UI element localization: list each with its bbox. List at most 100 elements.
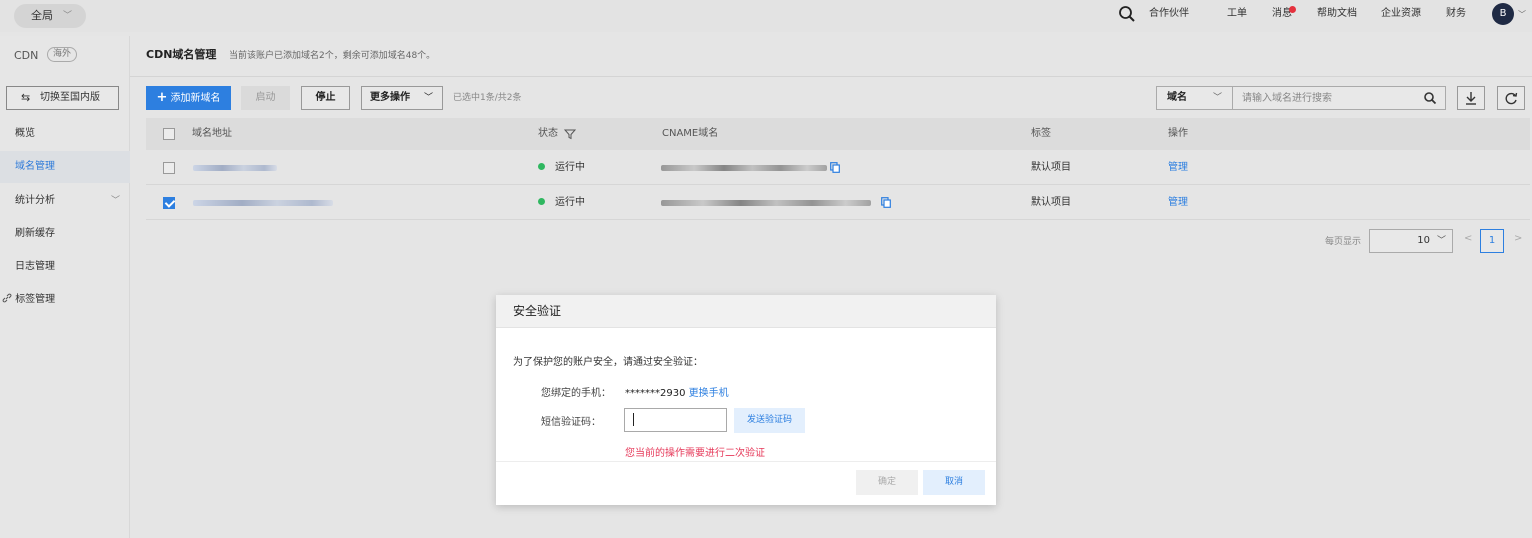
chevron-down-icon: ﹀	[62, 11, 72, 21]
sidebar-title: CDN	[14, 49, 39, 62]
dialog-header: 安全验证	[496, 295, 996, 328]
tag-cell: 默认项目	[1031, 162, 1071, 173]
top-bar: 全局 ﹀ 合作伙伴 工单 消息 帮助文档 企业资源 财务 B ﹀	[0, 0, 1532, 32]
dialog-title: 安全验证	[513, 304, 562, 318]
search-type-select[interactable]: 域名	[1167, 87, 1187, 109]
chevron-down-icon: ﹀	[1436, 236, 1446, 246]
add-domain-button[interactable]: + 添加新域名	[146, 86, 231, 110]
sidebar-item-statistics[interactable]: 统计分析 ﹀	[0, 185, 130, 217]
download-icon	[1466, 92, 1476, 105]
copy-icon[interactable]	[830, 162, 840, 173]
link-icon	[2, 293, 12, 303]
select-all-checkbox[interactable]	[163, 128, 175, 140]
sms-code-label: 短信验证码：	[541, 417, 601, 428]
start-button[interactable]: 启动	[241, 86, 290, 110]
table-row: 运行中 默认项目 管理	[146, 151, 1530, 185]
download-button[interactable]	[1457, 86, 1485, 110]
manage-link[interactable]: 管理	[1168, 186, 1188, 219]
region-selector[interactable]: 全局 ﹀	[14, 4, 86, 28]
sidebar: CDN 海外 ⇆ 切换至国内版 概览 域名管理 统计分析 ﹀ 刷新缓存 日志管理 …	[0, 36, 130, 538]
region-tag: 海外	[47, 47, 78, 62]
sidebar-item-tags[interactable]: 标签管理	[0, 284, 130, 316]
phone-number: *******2930	[625, 388, 686, 399]
stop-button[interactable]: 停止	[301, 86, 350, 110]
column-status: 状态	[538, 128, 558, 139]
confirm-button[interactable]: 确定	[856, 470, 918, 495]
search-icon[interactable]	[1423, 91, 1437, 105]
nav-enterprise-resources[interactable]: 企业资源	[1381, 0, 1421, 32]
security-verification-dialog: 安全验证 为了保护您的账户安全，请通过安全验证： 您绑定的手机： *******…	[496, 295, 996, 505]
search-input[interactable]	[1242, 89, 1422, 107]
page-size-select[interactable]: 10 ﹀	[1369, 229, 1453, 253]
copy-icon[interactable]	[881, 197, 891, 208]
notification-badge	[1289, 6, 1296, 13]
divider	[130, 76, 1532, 77]
domain-redacted[interactable]	[193, 165, 277, 171]
chevron-down-icon[interactable]: ﹀	[1213, 87, 1222, 109]
chevron-down-icon[interactable]: ﹀	[1518, 9, 1526, 20]
status-dot	[538, 197, 545, 205]
column-tag: 标签	[1031, 128, 1051, 139]
plus-icon: +	[156, 90, 168, 105]
page-subtitle: 当前该账户已添加域名2个，剩余可添加域名48个。	[229, 51, 436, 61]
sidebar-item-label: 统计分析	[15, 195, 55, 206]
status-dot	[538, 162, 545, 170]
sidebar-item-label: 标签管理	[15, 294, 56, 305]
filter-icon[interactable]	[564, 128, 576, 140]
region-label: 全局	[31, 9, 53, 22]
refresh-button[interactable]	[1497, 86, 1525, 110]
table-header: 域名地址 状态 CNAME域名 标签 操作	[146, 118, 1530, 150]
swap-icon: ⇆	[21, 91, 31, 104]
table-row: 运行中 默认项目 管理	[146, 186, 1530, 220]
row-checkbox[interactable]	[163, 197, 175, 209]
cancel-button[interactable]: 取消	[923, 470, 985, 495]
cname-redacted	[661, 165, 827, 171]
domain-search: 域名 ﹀	[1156, 86, 1446, 110]
nav-messages[interactable]: 消息	[1272, 0, 1292, 32]
sidebar-item-logs[interactable]: 日志管理	[0, 251, 130, 283]
sidebar-item-overview[interactable]: 概览	[0, 118, 130, 150]
search-icon[interactable]	[1118, 5, 1136, 23]
column-actions: 操作	[1168, 128, 1188, 139]
sidebar-item-label: 域名管理	[15, 161, 55, 172]
prev-page-button[interactable]: <	[1464, 233, 1472, 244]
page-title: CDN域名管理	[146, 48, 217, 61]
next-page-button[interactable]: >	[1514, 233, 1522, 244]
status-text: 运行中	[555, 162, 585, 173]
status-cell: 运行中	[538, 186, 585, 219]
sidebar-item-domain-management[interactable]: 域名管理	[0, 151, 130, 183]
current-page[interactable]: 1	[1480, 229, 1504, 253]
column-domain: 域名地址	[192, 128, 232, 139]
nav-finance[interactable]: 财务	[1446, 0, 1466, 32]
sms-code-input[interactable]	[624, 408, 727, 432]
nav-partners[interactable]: 合作伙伴	[1149, 0, 1189, 32]
tag-cell: 默认项目	[1031, 197, 1071, 208]
divider	[496, 461, 996, 462]
chevron-down-icon: ﹀	[423, 93, 433, 103]
status-cell: 运行中	[538, 151, 585, 184]
send-code-button[interactable]: 发送验证码	[734, 408, 805, 433]
column-cname: CNAME域名	[662, 128, 719, 139]
nav-help-docs[interactable]: 帮助文档	[1317, 0, 1357, 32]
divider	[1232, 87, 1233, 109]
phone-value: *******2930 更换手机	[625, 384, 729, 399]
error-message: 您当前的操作需要进行二次验证	[625, 448, 765, 459]
add-domain-label: 添加新域名	[170, 93, 221, 104]
manage-link[interactable]: 管理	[1168, 151, 1188, 184]
sidebar-item-refresh-cache[interactable]: 刷新缓存	[0, 218, 130, 250]
sidebar-item-label: 刷新缓存	[15, 228, 55, 239]
text-cursor	[633, 413, 634, 426]
more-actions-dropdown[interactable]: 更多操作 ﹀	[361, 86, 443, 110]
sidebar-item-label: 概览	[15, 128, 35, 139]
avatar[interactable]: B	[1492, 3, 1514, 25]
change-phone-link[interactable]: 更换手机	[689, 388, 729, 399]
row-checkbox[interactable]	[163, 162, 175, 174]
nav-tickets[interactable]: 工单	[1227, 0, 1247, 32]
switch-region-button[interactable]: ⇆ 切换至国内版	[6, 86, 119, 110]
domain-redacted[interactable]	[193, 200, 333, 206]
refresh-icon	[1505, 92, 1518, 105]
sidebar-item-label: 日志管理	[15, 261, 55, 272]
page-size-value: 10	[1417, 235, 1430, 246]
dialog-intro: 为了保护您的账户安全，请通过安全验证：	[513, 357, 703, 368]
switch-region-label: 切换至国内版	[40, 92, 100, 103]
